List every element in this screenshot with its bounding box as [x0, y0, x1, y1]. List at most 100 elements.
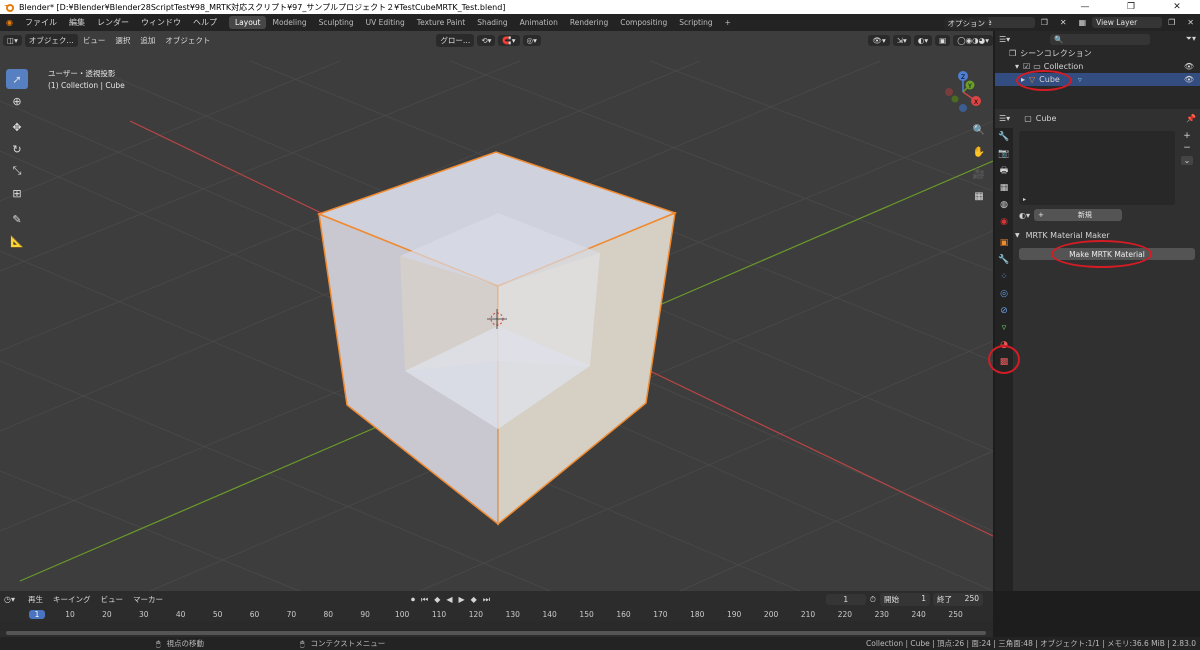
overlay-toggle-icon[interactable]: ◐▾ [913, 34, 933, 46]
outliner-search-input[interactable]: 🔍 [1050, 33, 1151, 45]
cube-object[interactable] [316, 151, 678, 526]
menu-select[interactable]: 選択 [110, 35, 135, 46]
transform-tool-icon[interactable]: ⊞ [6, 183, 28, 203]
menu-window[interactable]: ウィンドウ [135, 17, 187, 28]
add-workspace-button[interactable]: + [719, 16, 737, 29]
play-reverse-icon[interactable]: ◀ [446, 595, 452, 604]
record-icon[interactable]: ⏺ [411, 595, 415, 605]
move-tool-icon[interactable]: ✥ [6, 117, 28, 137]
menu-object[interactable]: オブジェクト [160, 35, 215, 46]
timeline-track[interactable] [0, 621, 993, 631]
scale-tool-icon[interactable]: ⤡ [6, 161, 28, 181]
tab-rendering[interactable]: Rendering [564, 16, 614, 29]
next-key-icon[interactable]: ◆ [471, 595, 477, 604]
jump-start-icon[interactable]: ⏮ [421, 595, 428, 605]
world-tab-icon[interactable]: ◉ [995, 213, 1013, 230]
modifier-tab-icon[interactable]: 🔧 [995, 251, 1013, 268]
view-layer-icon[interactable]: ▦ [1073, 18, 1093, 27]
select-tool-icon[interactable]: ➚ [6, 69, 28, 89]
menu-view[interactable]: ビュー [78, 35, 111, 46]
close-button[interactable]: ✕ [1154, 2, 1200, 12]
tab-modeling[interactable]: Modeling [266, 16, 312, 29]
pin-icon[interactable]: 📌 [1186, 114, 1196, 123]
tab-scripting[interactable]: Scripting [673, 16, 718, 29]
pivot-icon[interactable]: ⟲▾ [477, 34, 496, 46]
clock-icon[interactable]: ⏱ [870, 595, 876, 605]
view-layer-tab-icon[interactable]: ▦ [995, 179, 1013, 196]
timeline-scrollbar[interactable] [6, 631, 986, 635]
view-layer-field[interactable]: View Layer [1092, 17, 1163, 28]
cube-visibility-icon[interactable]: 👁 [1184, 75, 1194, 84]
editor-type-icon[interactable]: ◫▾ [3, 34, 22, 46]
menu-render[interactable]: レンダー [91, 17, 135, 28]
navigation-gizmo[interactable]: Z X Y [938, 67, 988, 117]
tab-compositing[interactable]: Compositing [614, 16, 673, 29]
tab-layout[interactable]: Layout [228, 16, 267, 29]
menu-timeline-view[interactable]: ビュー [96, 594, 129, 605]
blender-menu-icon[interactable]: ◉ [0, 18, 19, 27]
list-expand-icon[interactable]: ▸ [1023, 196, 1026, 203]
outliner-editor-icon[interactable]: ☰▾ [999, 35, 1010, 44]
snap-icon[interactable]: 🧲▾ [498, 34, 520, 46]
tab-texture-paint[interactable]: Texture Paint [411, 16, 471, 29]
expand-arrow-icon[interactable]: ▾ [1015, 62, 1019, 71]
menu-marker[interactable]: マーカー [128, 594, 168, 605]
frame-end-field[interactable]: 終了 250 [933, 593, 983, 606]
current-frame-marker[interactable]: 1 [29, 610, 45, 619]
outliner-row-scene-collection[interactable]: ❒ シーンコレクション [995, 47, 1200, 60]
menu-add[interactable]: 追加 [135, 35, 160, 46]
zoom-icon[interactable]: 🔍 [970, 121, 988, 139]
cursor-tool-icon[interactable]: ⊕ [6, 91, 28, 111]
menu-keying[interactable]: キーイング [48, 594, 96, 605]
options-dropdown[interactable]: オプション [943, 17, 989, 30]
gizmo-toggle-icon[interactable]: ⇲▾ [892, 34, 911, 46]
delete-scene-icon[interactable]: ✕ [1054, 18, 1073, 27]
frame-start-field[interactable]: 開始 1 [880, 593, 930, 606]
tab-uv-editing[interactable]: UV Editing [360, 16, 411, 29]
object-tab-icon[interactable]: ▣ [995, 234, 1013, 251]
measure-tool-icon[interactable]: 📐 [6, 231, 28, 251]
transform-orientation-dropdown[interactable]: グロー… [436, 33, 475, 47]
3d-viewport[interactable]: ユーザー・透視投影 (1) Collection | Cube ➚ ⊕ ✥ ↻ … [0, 31, 993, 591]
render-tab-icon[interactable]: 📷 [995, 145, 1013, 162]
object-data-tab-icon[interactable]: ▿ [995, 319, 1013, 336]
visibility-icon[interactable]: 👁▾ [868, 34, 890, 46]
particles-tab-icon[interactable]: ⁘ [995, 268, 1013, 285]
xray-toggle-icon[interactable]: ▣ [935, 34, 951, 46]
tool-tab-icon[interactable]: 🔧 [995, 128, 1013, 145]
mode-dropdown[interactable]: オブジェク… [24, 33, 78, 47]
outliner-row-collection[interactable]: ▾ ☑ ▭ Collection 👁 [995, 60, 1200, 73]
new-scene-icon[interactable]: ❐ [1035, 18, 1054, 27]
current-frame-field[interactable]: 1 [825, 594, 866, 605]
remove-slot-button[interactable]: − [1181, 143, 1193, 153]
camera-icon[interactable]: 🎥 [970, 165, 988, 183]
slot-specials-button[interactable]: ⌄ [1181, 156, 1193, 165]
tab-shading[interactable]: Shading [471, 16, 513, 29]
properties-editor-icon[interactable]: ☰▾ [999, 114, 1010, 123]
material-slot-list[interactable]: ▸ [1019, 131, 1175, 205]
pan-hand-icon[interactable]: ✋ [970, 143, 988, 161]
menu-edit[interactable]: 編集 [63, 17, 91, 28]
physics-tab-icon[interactable]: ◎ [995, 285, 1013, 302]
scene-tab-icon[interactable]: ◍ [995, 196, 1013, 213]
prev-key-icon[interactable]: ◆ [434, 595, 440, 604]
tab-animation[interactable]: Animation [514, 16, 564, 29]
constraints-tab-icon[interactable]: ⊘ [995, 302, 1013, 319]
material-browse-icon[interactable]: ◐▾ [1019, 211, 1030, 220]
shading-modes-icon[interactable]: ◯◉◑◕▾ [953, 34, 993, 46]
checkbox-icon[interactable]: ☑ [1023, 62, 1030, 71]
proportional-edit-icon[interactable]: ◎▾ [522, 34, 541, 46]
menu-playback[interactable]: 再生 [23, 594, 48, 605]
new-material-button[interactable]: + 新規 [1034, 209, 1122, 221]
new-view-layer-icon[interactable]: ❐ [1162, 18, 1181, 27]
menu-file[interactable]: ファイル [19, 17, 63, 28]
ortho-grid-icon[interactable]: ▦ [970, 187, 988, 205]
tab-sculpting[interactable]: Sculpting [313, 16, 360, 29]
filter-icon[interactable]: ⏷▾ [1186, 34, 1196, 44]
delete-view-layer-icon[interactable]: ✕ [1181, 18, 1200, 27]
minimize-button[interactable]: — [1062, 2, 1108, 12]
timeline-editor-icon[interactable]: ◷▾ [4, 595, 15, 604]
panel-collapse-icon[interactable]: ▼ [1015, 232, 1020, 239]
add-slot-button[interactable]: + [1181, 131, 1193, 141]
play-icon[interactable]: ▶ [459, 595, 465, 604]
